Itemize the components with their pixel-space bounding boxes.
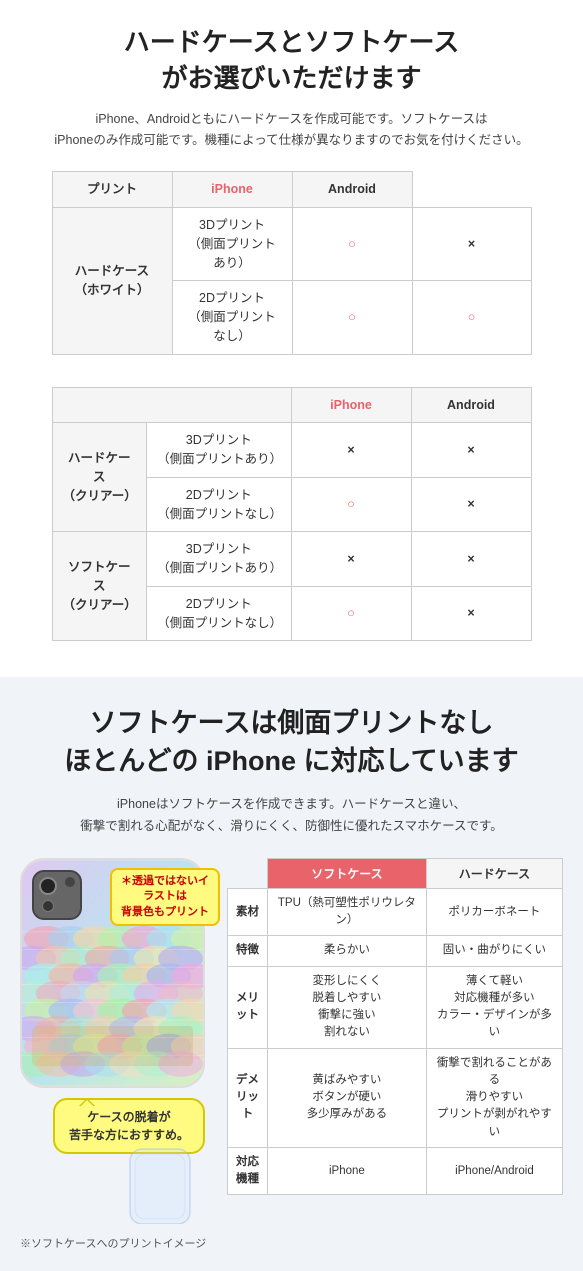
- table2-wrapper: iPhone Android ハードケース（クリアー） 3Dプリント（側面プリン…: [20, 387, 563, 642]
- table-row: 素材 TPU（熱可塑性ポリウレタン） ポリカーボネート: [228, 888, 563, 936]
- bottom-title: ソフトケースは側面プリントなしほとんどの iPhone に対応しています: [20, 705, 563, 781]
- col-header-iphone-2: iPhone: [291, 387, 411, 423]
- t2-r4-c2: ○: [291, 586, 411, 641]
- table-row: メリット 変形しにくく脱着しやすい衝撃に強い割れない 薄くて軽い対応機種が多いカ…: [228, 966, 563, 1048]
- t1-r2-c3: ○: [412, 281, 531, 354]
- row-soft-demerit: 黄ばみやすいボタンが硬い多少厚みがある: [268, 1048, 427, 1147]
- row-hard-demerit: 衝撃で割れることがある滑りやすいプリントが剥がれやすい: [426, 1048, 562, 1147]
- row-label-material: 素材: [228, 888, 268, 936]
- t2-r2-c3: ×: [411, 477, 531, 532]
- main-title: ハードケースとソフトケースがお選びいただけます: [20, 24, 563, 97]
- footnote-label: ※ソフトケースへのプリントイメージ: [20, 1235, 215, 1251]
- t2-r3-c2: ×: [291, 532, 411, 587]
- subtitle-text: iPhone、Androidともにハードケースを作成可能です。ソフトケースは i…: [20, 109, 563, 152]
- compare-th-hard: ハードケース: [426, 858, 562, 888]
- table-row: デメリット 黄ばみやすいボタンが硬い多少厚みがある 衝撃で割れることがある滑りや…: [228, 1048, 563, 1147]
- compare-table: ソフトケース ハードケース 素材 TPU（熱可塑性ポリウレタン） ポリカーボネー…: [227, 858, 563, 1196]
- t2-r3-c1: 3Dプリント（側面プリントあり）: [147, 532, 291, 587]
- bottom-section: ソフトケースは側面プリントなしほとんどの iPhone に対応しています iPh…: [0, 677, 583, 1271]
- row-label-feature: 特徴: [228, 936, 268, 966]
- t2-r1-c1: 3Dプリント（側面プリントあり）: [147, 423, 291, 478]
- col-header-android-2: Android: [411, 387, 531, 423]
- right-col: ソフトケース ハードケース 素材 TPU（熱可塑性ポリウレタン） ポリカーボネー…: [227, 858, 563, 1196]
- row-soft-material: TPU（熱可塑性ポリウレタン）: [268, 888, 427, 936]
- top-section: ハードケースとソフトケースがお選びいただけます iPhone、Androidとも…: [0, 0, 583, 677]
- table-row: 特徴 柔らかい 固い・曲がりにくい: [228, 936, 563, 966]
- t1-r1-c2: ○: [292, 208, 412, 281]
- case-table-2: iPhone Android ハードケース（クリアー） 3Dプリント（側面プリン…: [52, 387, 532, 642]
- t2-r1-c3: ×: [411, 423, 531, 478]
- compare-th-empty: [228, 858, 268, 888]
- t2-r1-c2: ×: [291, 423, 411, 478]
- t1-r2-c2: ○: [292, 281, 412, 354]
- row-hard-merit: 薄くて軽い対応機種が多いカラー・デザインが多い: [426, 966, 562, 1048]
- table-row: 対応機種 iPhone iPhone/Android: [228, 1147, 563, 1195]
- comparison-area: ＊透過ではないイラストは背景色もプリント: [20, 858, 563, 1251]
- col-header-print: プリント: [52, 172, 172, 208]
- row-label-hard-white: ハードケース（ホワイト）: [52, 208, 172, 355]
- t2-r4-c1: 2Dプリント（側面プリントなし）: [147, 586, 291, 641]
- row-label-hard-clear: ハードケース（クリアー）: [52, 423, 147, 532]
- row-label-merit: メリット: [228, 966, 268, 1048]
- row-label-model: 対応機種: [228, 1147, 268, 1195]
- row-soft-feature: 柔らかい: [268, 936, 427, 966]
- t1-r1-c3: ×: [412, 208, 531, 281]
- col-header-android-1: Android: [292, 172, 412, 208]
- t2-r4-c3: ×: [411, 586, 531, 641]
- compare-th-soft: ソフトケース: [268, 858, 427, 888]
- phone-image-column: ＊透過ではないイラストは背景色もプリント: [20, 858, 215, 1251]
- row-soft-model: iPhone: [268, 1147, 427, 1195]
- t1-r1-c1: 3Dプリント（側面プリントあり）: [172, 208, 292, 281]
- table1-wrapper: プリント iPhone Android ハードケース（ホワイト） 3Dプリント（…: [20, 171, 563, 354]
- row-label-demerit: デメリット: [228, 1048, 268, 1147]
- row-hard-feature: 固い・曲がりにくい: [426, 936, 562, 966]
- t2-r3-c3: ×: [411, 532, 531, 587]
- t2-r2-c2: ○: [291, 477, 411, 532]
- t1-r2-c1: 2Dプリント（側面プリントなし）: [172, 281, 292, 354]
- clear-case-illustration: [110, 1144, 210, 1224]
- t2-r2-c1: 2Dプリント（側面プリントなし）: [147, 477, 291, 532]
- case-table-1: プリント iPhone Android ハードケース（ホワイト） 3Dプリント（…: [52, 171, 532, 354]
- bottom-subtitle: iPhoneはソフトケースを作成できます。ハードケースと違い、 衝撃で割れる心配…: [20, 793, 563, 838]
- row-soft-merit: 変形しにくく脱着しやすい衝撃に強い割れない: [268, 966, 427, 1048]
- row-hard-model: iPhone/Android: [426, 1147, 562, 1195]
- col-header-empty: [52, 387, 291, 423]
- col-header-iphone-1: iPhone: [172, 172, 292, 208]
- row-hard-material: ポリカーボネート: [426, 888, 562, 936]
- badge-label: ＊透過ではないイラストは背景色もプリント: [110, 868, 220, 926]
- row-label-soft-clear: ソフトケース（クリアー）: [52, 532, 147, 641]
